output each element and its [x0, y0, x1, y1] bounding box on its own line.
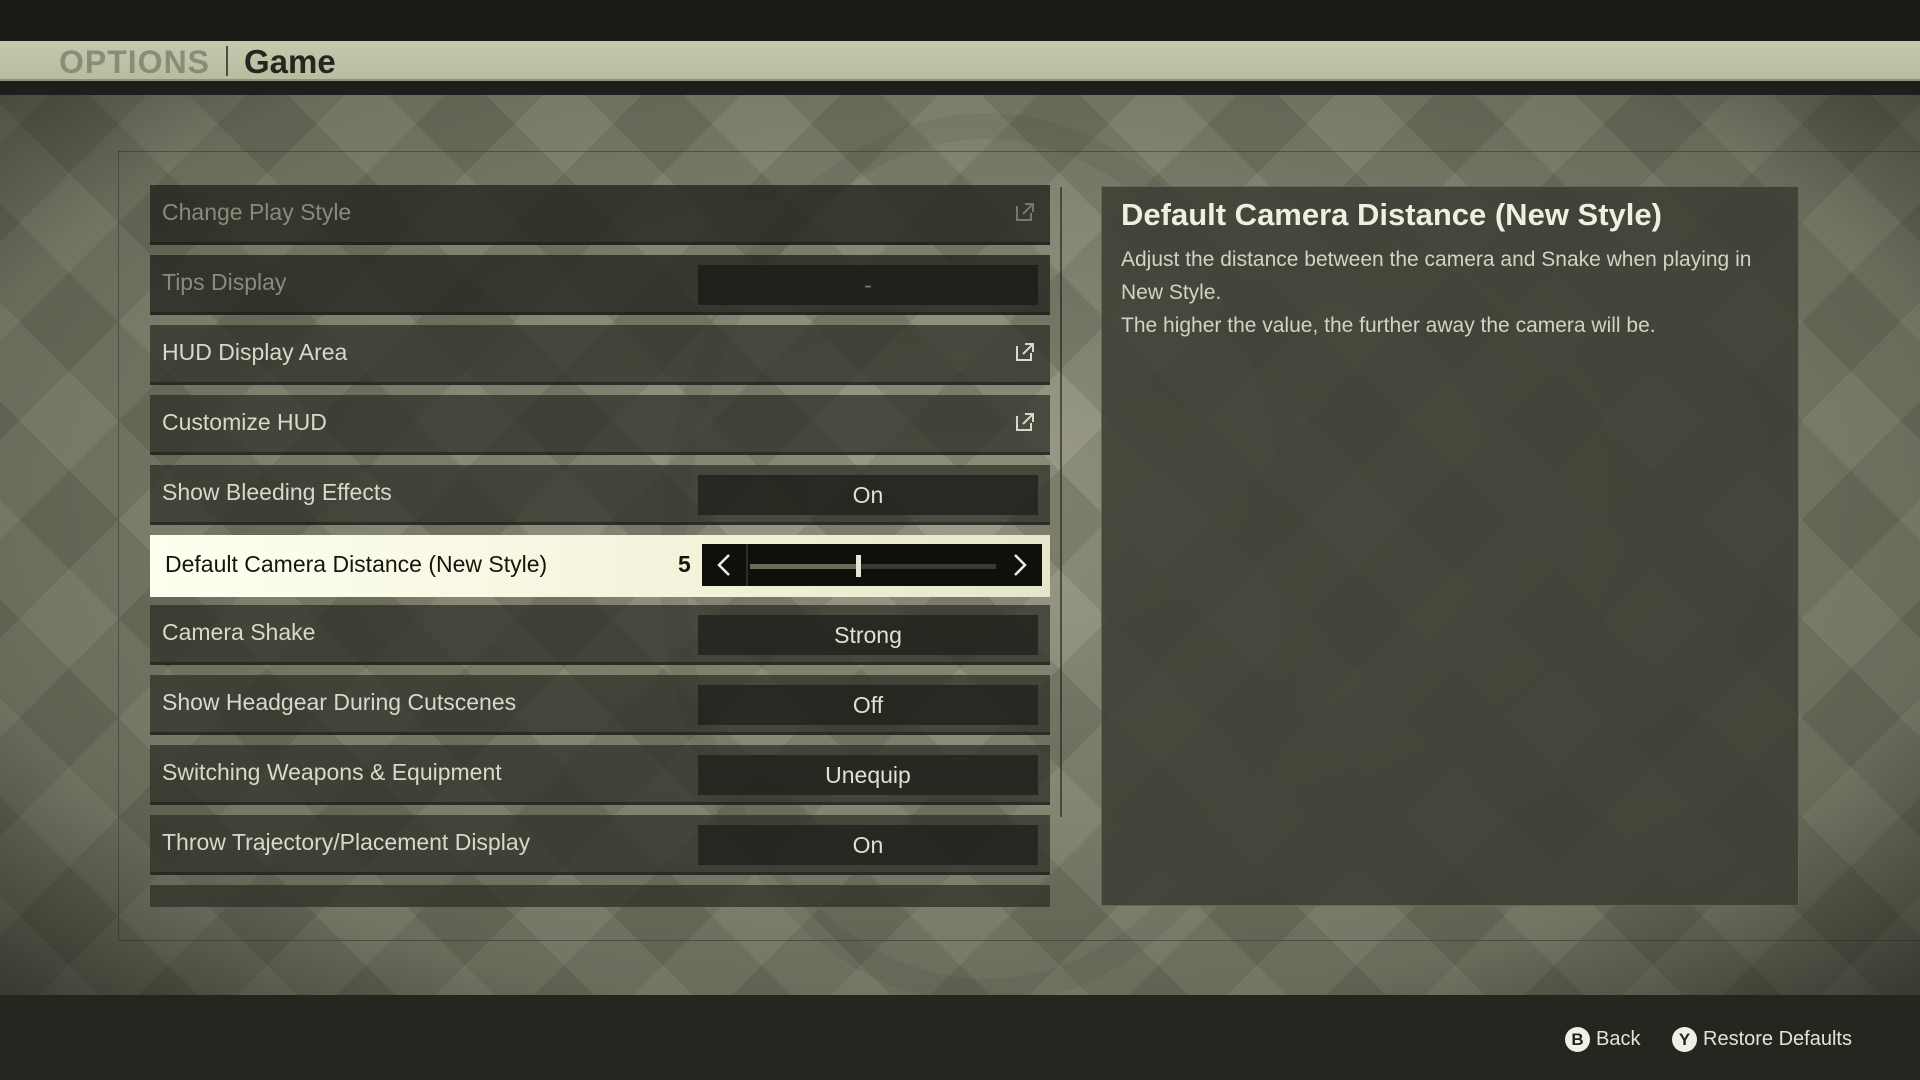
setting-label: Camera Shake	[162, 619, 316, 645]
chevron-right-icon[interactable]	[998, 544, 1042, 586]
frame-line-bottom	[118, 940, 1920, 941]
setting-row[interactable]: Switching Weapons & Equipment Unequip	[150, 745, 1050, 805]
slider-thumb[interactable]	[856, 555, 862, 577]
setting-label: Show Bleeding Effects	[162, 479, 392, 505]
setting-value: -	[698, 265, 1038, 305]
setting-row: Change Play Style	[150, 185, 1050, 245]
frame-line-left	[118, 151, 119, 941]
description-panel: Default Camera Distance (New Style) Adju…	[1101, 186, 1799, 906]
settings-list[interactable]: Change Play Style Tips Display - HUD Displa…	[150, 185, 1050, 907]
setting-row[interactable]: Show Headgear During Cutscenes Off	[150, 675, 1050, 735]
setting-row-partial[interactable]	[150, 885, 1050, 907]
setting-label: Customize HUD	[162, 409, 327, 435]
setting-value[interactable]: Unequip	[698, 755, 1038, 795]
breadcrumb-section: OPTIONS	[59, 44, 211, 80]
restore-defaults-label: Restore Defaults	[1703, 1028, 1852, 1050]
options-main-area: Change Play Style Tips Display - HUD Displa…	[0, 95, 1920, 995]
camera-distance-slider[interactable]	[702, 544, 1042, 586]
description-line-2: The higher the value, the further away t…	[1121, 314, 1656, 337]
external-link-icon	[1014, 341, 1036, 363]
setting-label: HUD Display Area	[162, 339, 348, 365]
breadcrumb-divider	[226, 46, 228, 76]
description-title: Default Camera Distance (New Style)	[1121, 197, 1662, 232]
setting-value[interactable]: On	[698, 825, 1038, 865]
setting-label: Show Headgear During Cutscenes	[162, 689, 517, 715]
y-button-icon: Y	[1672, 1027, 1697, 1052]
setting-row[interactable]: Show Bleeding Effects On	[150, 465, 1050, 525]
setting-row[interactable]: Default Camera Distance (New Style) 5	[150, 535, 1050, 597]
title-bar: OPTIONS Game	[0, 41, 1920, 81]
setting-row: Tips Display -	[150, 255, 1050, 315]
b-button-icon: B	[1565, 1027, 1590, 1052]
top-strip	[0, 0, 1920, 41]
footer-bar: B Back Y Restore Defaults	[0, 995, 1920, 1080]
external-link-icon	[1014, 411, 1036, 433]
setting-label: Tips Display	[162, 269, 287, 295]
description-line-1: Adjust the distance between the camera a…	[1121, 248, 1752, 304]
setting-label: Throw Trajectory/Placement Display	[162, 829, 531, 855]
back-button[interactable]: B Back	[1565, 1027, 1640, 1052]
external-link-icon	[1014, 201, 1036, 223]
setting-row[interactable]: Camera Shake Strong	[150, 605, 1050, 665]
back-label: Back	[1596, 1028, 1641, 1050]
frame-line-top	[118, 151, 1920, 152]
slider-value: 5	[678, 551, 691, 577]
title-shadow	[0, 81, 1920, 95]
chevron-left-icon[interactable]	[702, 544, 748, 586]
list-scrollbar[interactable]	[1060, 187, 1062, 817]
setting-value[interactable]: Strong	[698, 615, 1038, 655]
setting-label: Switching Weapons & Equipment	[162, 759, 502, 785]
setting-row[interactable]: HUD Display Area	[150, 325, 1050, 385]
setting-value[interactable]: On	[698, 475, 1038, 515]
setting-label: Change Play Style	[162, 199, 352, 225]
setting-row[interactable]: Throw Trajectory/Placement Display On	[150, 815, 1050, 875]
setting-row[interactable]: Customize HUD	[150, 395, 1050, 455]
page-title: Game	[244, 43, 336, 80]
setting-label: Default Camera Distance (New Style)	[165, 551, 548, 577]
slider-fill	[750, 564, 859, 569]
restore-defaults-button[interactable]: Y Restore Defaults	[1672, 1027, 1852, 1052]
setting-value[interactable]: Off	[698, 685, 1038, 725]
